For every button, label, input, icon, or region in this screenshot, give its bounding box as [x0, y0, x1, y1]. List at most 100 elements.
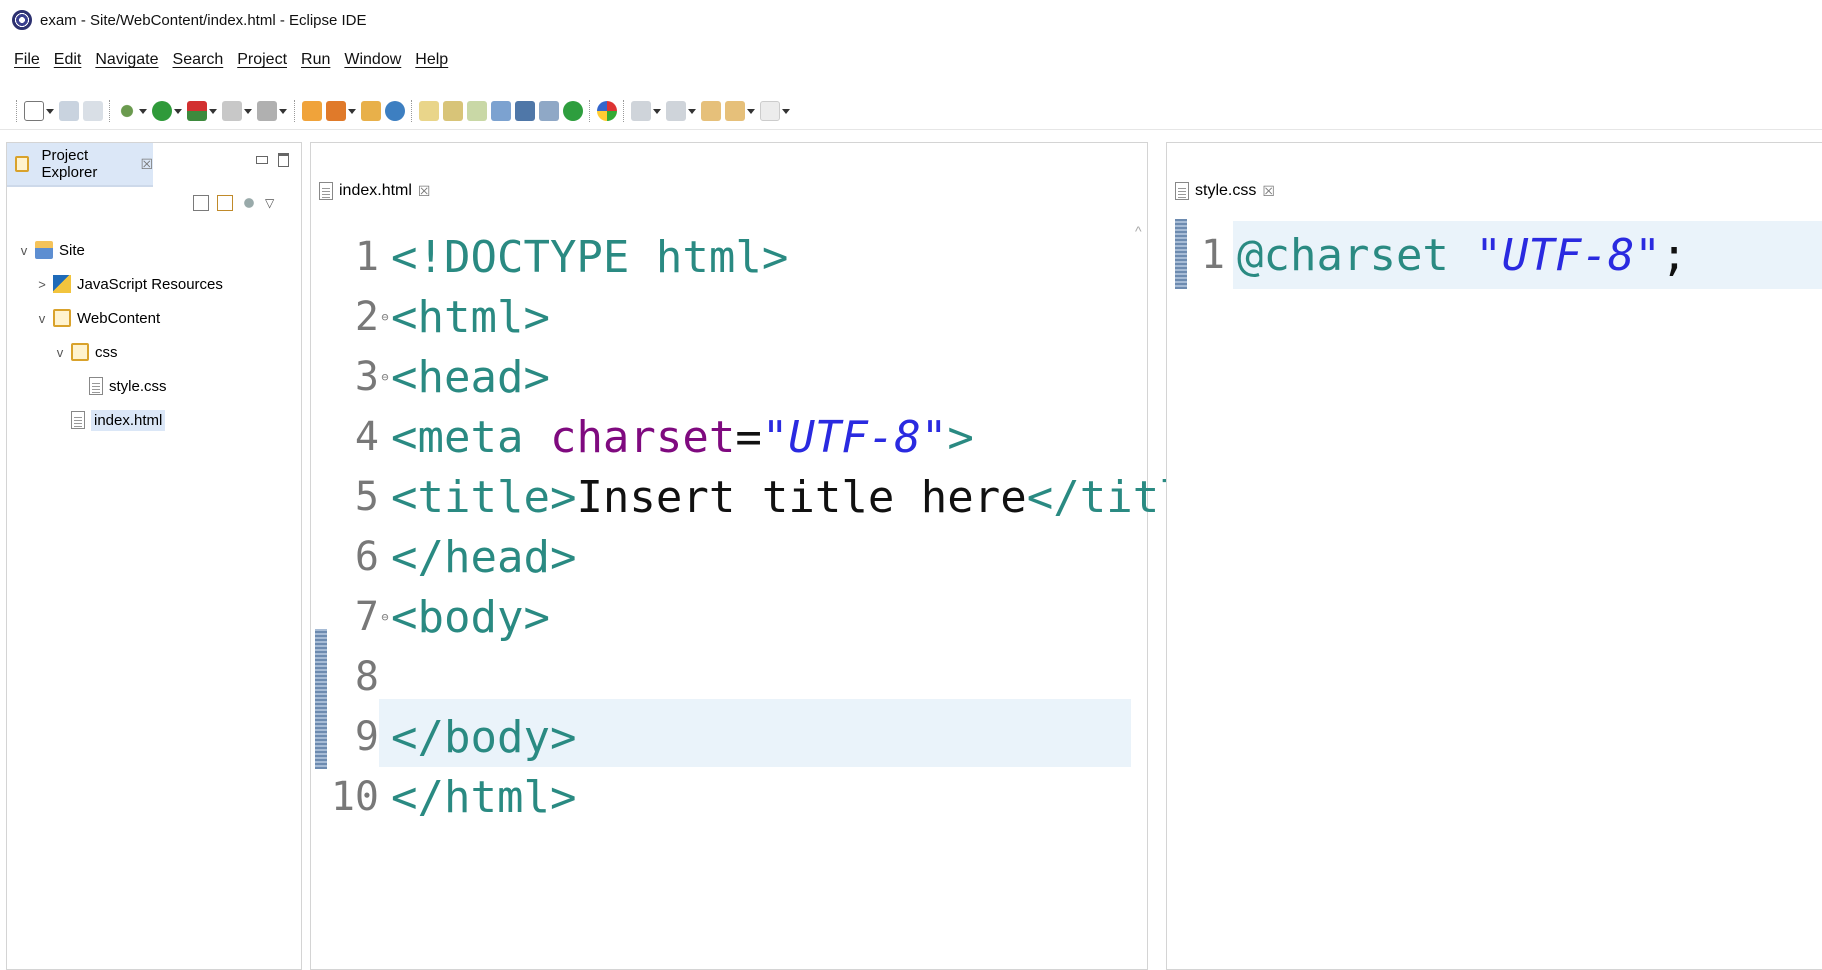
filters-icon[interactable]	[241, 195, 257, 211]
previous-annotation-dropdown-icon[interactable]	[688, 101, 696, 121]
forward-icon[interactable]	[760, 100, 780, 121]
js-resources-icon	[53, 275, 71, 293]
code-line[interactable]: 10 </html>	[325, 763, 577, 831]
minimize-icon[interactable]	[256, 156, 268, 164]
tree-item[interactable]: index.html	[17, 403, 223, 437]
editor-tab-index-html[interactable]: index.html ☒	[311, 171, 430, 211]
html-file-icon	[319, 182, 333, 200]
new-interface-icon[interactable]	[491, 100, 511, 121]
maximize-icon[interactable]	[278, 153, 289, 167]
new-file-icon[interactable]	[467, 100, 487, 121]
code-line[interactable]: 4 <meta charset = "UTF-8" >	[325, 403, 974, 471]
menu-help[interactable]: Help	[415, 51, 448, 69]
next-annotation-dropdown-icon[interactable]	[653, 101, 661, 121]
toolbar-separator	[623, 99, 625, 122]
forward-dropdown-icon[interactable]	[782, 101, 790, 121]
code-line[interactable]: 5 <title> Insert title here </title>	[325, 463, 1239, 531]
tree-item[interactable]: v WebContent	[17, 301, 223, 335]
menu-project[interactable]: Project	[237, 51, 287, 69]
code-line[interactable]: 9 </body>	[325, 703, 577, 771]
wand-dropdown-icon[interactable]	[348, 101, 356, 121]
code-line[interactable]: 7 ⊖ <body>	[325, 583, 550, 651]
fold-toggle-icon[interactable]: ⊖	[379, 310, 391, 324]
pen-icon[interactable]	[539, 100, 559, 121]
browser-icon[interactable]	[597, 100, 617, 121]
code-line[interactable]: 1 <!DOCTYPE html>	[325, 223, 788, 291]
next-annotation-icon[interactable]	[631, 100, 651, 121]
tree-item[interactable]: style.css	[17, 369, 223, 403]
css-editor-panel: style.css ☒ 1 @charset "UTF-8";	[1166, 142, 1822, 970]
run-icon[interactable]	[152, 100, 172, 121]
tree-item-label: WebContent	[77, 309, 161, 327]
link-with-editor-icon[interactable]	[217, 195, 233, 211]
run-dropdown-icon[interactable]	[174, 101, 182, 121]
code-token: charset	[549, 411, 736, 463]
back-dropdown-icon[interactable]	[747, 101, 755, 121]
new-icon[interactable]	[24, 100, 44, 121]
globe-icon[interactable]	[385, 100, 405, 121]
fold-toggle-icon[interactable]: ⊖	[379, 610, 391, 624]
deploy-dropdown-icon[interactable]	[279, 101, 287, 121]
file-icon	[71, 411, 85, 429]
line-number: 10	[330, 774, 379, 820]
code-line[interactable]: 6 </head>	[325, 523, 577, 591]
code-line[interactable]: 8	[325, 643, 391, 711]
collapsed-icon[interactable]: >	[35, 277, 49, 292]
menu-navigate[interactable]: Navigate	[95, 51, 158, 69]
external-tools-icon[interactable]	[187, 100, 207, 121]
expanded-icon[interactable]: v	[17, 243, 31, 258]
html-code-area[interactable]: 1 <!DOCTYPE html> 2 ⊖ <html> 3 ⊖ <head> 4 <meta c…	[325, 223, 1239, 923]
menu-search[interactable]: Search	[173, 51, 224, 69]
tree-item[interactable]: > JavaScript Resources	[17, 267, 223, 301]
code-token: </body>	[391, 711, 577, 763]
expanded-icon[interactable]: v	[53, 345, 67, 360]
close-tab-icon[interactable]: ☒	[140, 156, 153, 173]
code-line[interactable]: 2 ⊖ <html>	[325, 283, 550, 351]
code-line[interactable]: 1 @charset "UTF-8";	[1191, 221, 1687, 289]
collapse-all-icon[interactable]	[193, 195, 209, 211]
console-icon[interactable]	[515, 100, 535, 121]
open-type-icon[interactable]	[302, 100, 322, 121]
save-all-icon[interactable]	[83, 100, 103, 121]
menu-run[interactable]: Run	[301, 51, 330, 69]
editor-tab-style-css[interactable]: style.css ☒	[1167, 171, 1275, 211]
run-server-icon[interactable]	[563, 100, 583, 121]
external-tools-dropdown-icon[interactable]	[209, 101, 217, 121]
css-file-icon	[1175, 182, 1189, 200]
tree-item-label: Site	[59, 241, 85, 259]
project-explorer-tab[interactable]: Project Explorer ☒	[7, 143, 153, 187]
menu-window[interactable]: Window	[344, 51, 401, 69]
view-menu-icon[interactable]: ▽	[265, 196, 274, 210]
code-token: <title>	[391, 471, 577, 523]
code-token: <head>	[391, 351, 550, 403]
debug-dropdown-icon[interactable]	[139, 101, 147, 121]
menu-edit[interactable]: Edit	[54, 51, 82, 69]
debug-icon[interactable]	[117, 100, 137, 121]
code-token: <meta	[391, 411, 550, 463]
deploy-icon[interactable]	[257, 100, 277, 121]
save-icon[interactable]	[59, 100, 79, 121]
new-class-icon[interactable]	[419, 100, 439, 121]
tree-item[interactable]: v Site	[17, 233, 223, 267]
close-tab-icon[interactable]: ☒	[1262, 183, 1275, 200]
new-dropdown-icon[interactable]	[46, 101, 54, 121]
last-edit-icon[interactable]	[701, 100, 721, 121]
line-number: 4	[354, 414, 379, 460]
css-code-area[interactable]: 1 @charset "UTF-8";	[1191, 221, 1821, 321]
stop-dropdown-icon[interactable]	[244, 101, 252, 121]
wand-icon[interactable]	[326, 100, 346, 121]
tree-item[interactable]: v css	[17, 335, 223, 369]
fold-toggle-icon[interactable]: ⊖	[379, 370, 391, 384]
back-icon[interactable]	[725, 100, 745, 121]
scroll-up-icon[interactable]: ^	[1135, 223, 1142, 239]
previous-annotation-icon[interactable]	[666, 100, 686, 121]
menu-file[interactable]: File	[14, 51, 40, 69]
code-line[interactable]: 3 ⊖ <head>	[325, 343, 550, 411]
close-tab-icon[interactable]: ☒	[418, 183, 431, 200]
open-folder-icon[interactable]	[361, 100, 381, 121]
toolbar-separator	[589, 99, 591, 122]
expanded-icon[interactable]: v	[35, 311, 49, 326]
stop-icon[interactable]	[222, 100, 242, 121]
new-package-icon[interactable]	[443, 100, 463, 121]
code-token: Insert title here	[576, 471, 1027, 523]
